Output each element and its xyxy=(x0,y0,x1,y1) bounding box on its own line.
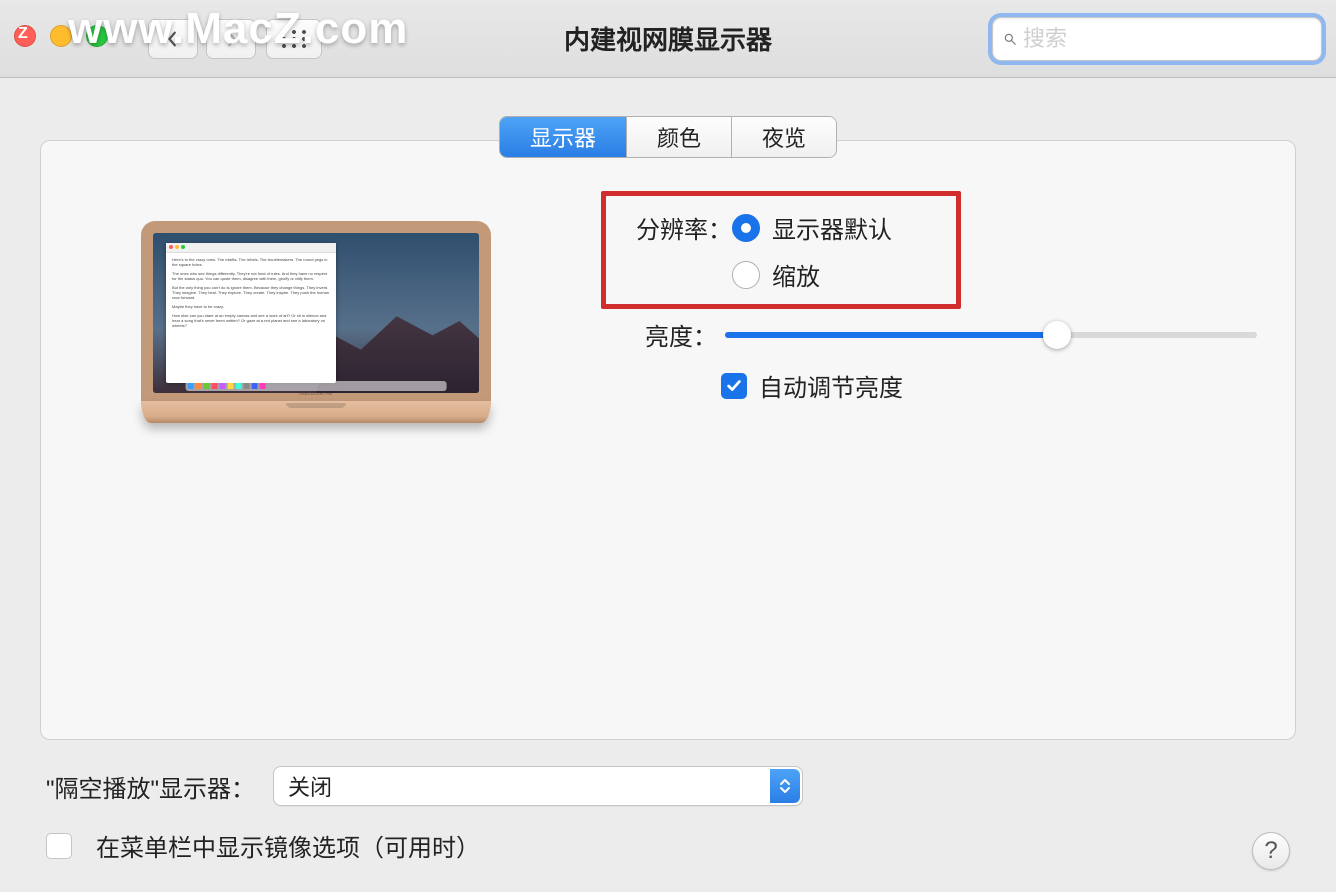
window-controls xyxy=(14,25,108,47)
show-mirroring-label: 在菜单栏中显示镜像选项（可用时） xyxy=(96,828,480,863)
tab-color[interactable]: 颜色 xyxy=(627,117,732,157)
minimize-window-button[interactable] xyxy=(50,25,72,47)
nav-buttons xyxy=(148,19,256,59)
search-input[interactable] xyxy=(1023,26,1311,52)
radio-default-for-display[interactable] xyxy=(732,214,760,242)
radio-scaled[interactable] xyxy=(732,261,760,289)
chevron-right-icon xyxy=(222,30,240,48)
slider-knob[interactable] xyxy=(1043,321,1071,349)
forward-button[interactable] xyxy=(206,19,256,59)
option-default-for-display: 显示器默认 xyxy=(772,210,892,245)
zoom-window-button[interactable] xyxy=(86,25,108,47)
toolbar: 内建视网膜显示器 xyxy=(0,0,1336,78)
device-illustration: Here's to the crazy ones. The misfits. T… xyxy=(71,191,561,423)
auto-brightness-label: 自动调节亮度 xyxy=(759,368,903,403)
search-icon xyxy=(1003,28,1017,50)
select-stepper-icon xyxy=(770,769,800,803)
close-window-button[interactable] xyxy=(14,25,36,47)
option-scaled: 缩放 xyxy=(772,257,820,292)
airplay-value: 关闭 xyxy=(288,770,332,802)
tabs: 显示器 颜色 夜览 xyxy=(499,116,837,158)
resolution-label: 分辨率： xyxy=(622,210,732,245)
window-title: 内建视网膜显示器 xyxy=(564,20,772,57)
search-field[interactable] xyxy=(992,17,1322,61)
display-settings: 分辨率： 显示器默认 缩放 亮度： xyxy=(561,191,1265,423)
back-button[interactable] xyxy=(148,19,198,59)
airplay-label: "隔空播放"显示器： xyxy=(46,769,255,804)
checkbox-show-mirroring[interactable] xyxy=(46,833,72,859)
check-icon xyxy=(725,377,743,395)
brightness-label: 亮度： xyxy=(601,317,717,352)
show-all-button[interactable] xyxy=(266,19,322,59)
highlighted-resolution-box: 分辨率： 显示器默认 缩放 xyxy=(601,191,961,309)
checkbox-auto-brightness[interactable] xyxy=(721,373,747,399)
grid-icon xyxy=(282,30,306,48)
chevron-left-icon xyxy=(164,30,182,48)
tab-display[interactable]: 显示器 xyxy=(500,117,627,157)
bottom-controls: "隔空播放"显示器： 关闭 在菜单栏中显示镜像选项（可用时） xyxy=(0,740,1336,863)
brightness-slider[interactable] xyxy=(717,332,1265,338)
help-icon: ? xyxy=(1264,837,1277,865)
tab-night-shift[interactable]: 夜览 xyxy=(732,117,836,157)
help-button[interactable]: ? xyxy=(1252,832,1290,870)
airplay-select[interactable]: 关闭 xyxy=(273,766,803,806)
settings-panel: Here's to the crazy ones. The misfits. T… xyxy=(40,140,1296,740)
